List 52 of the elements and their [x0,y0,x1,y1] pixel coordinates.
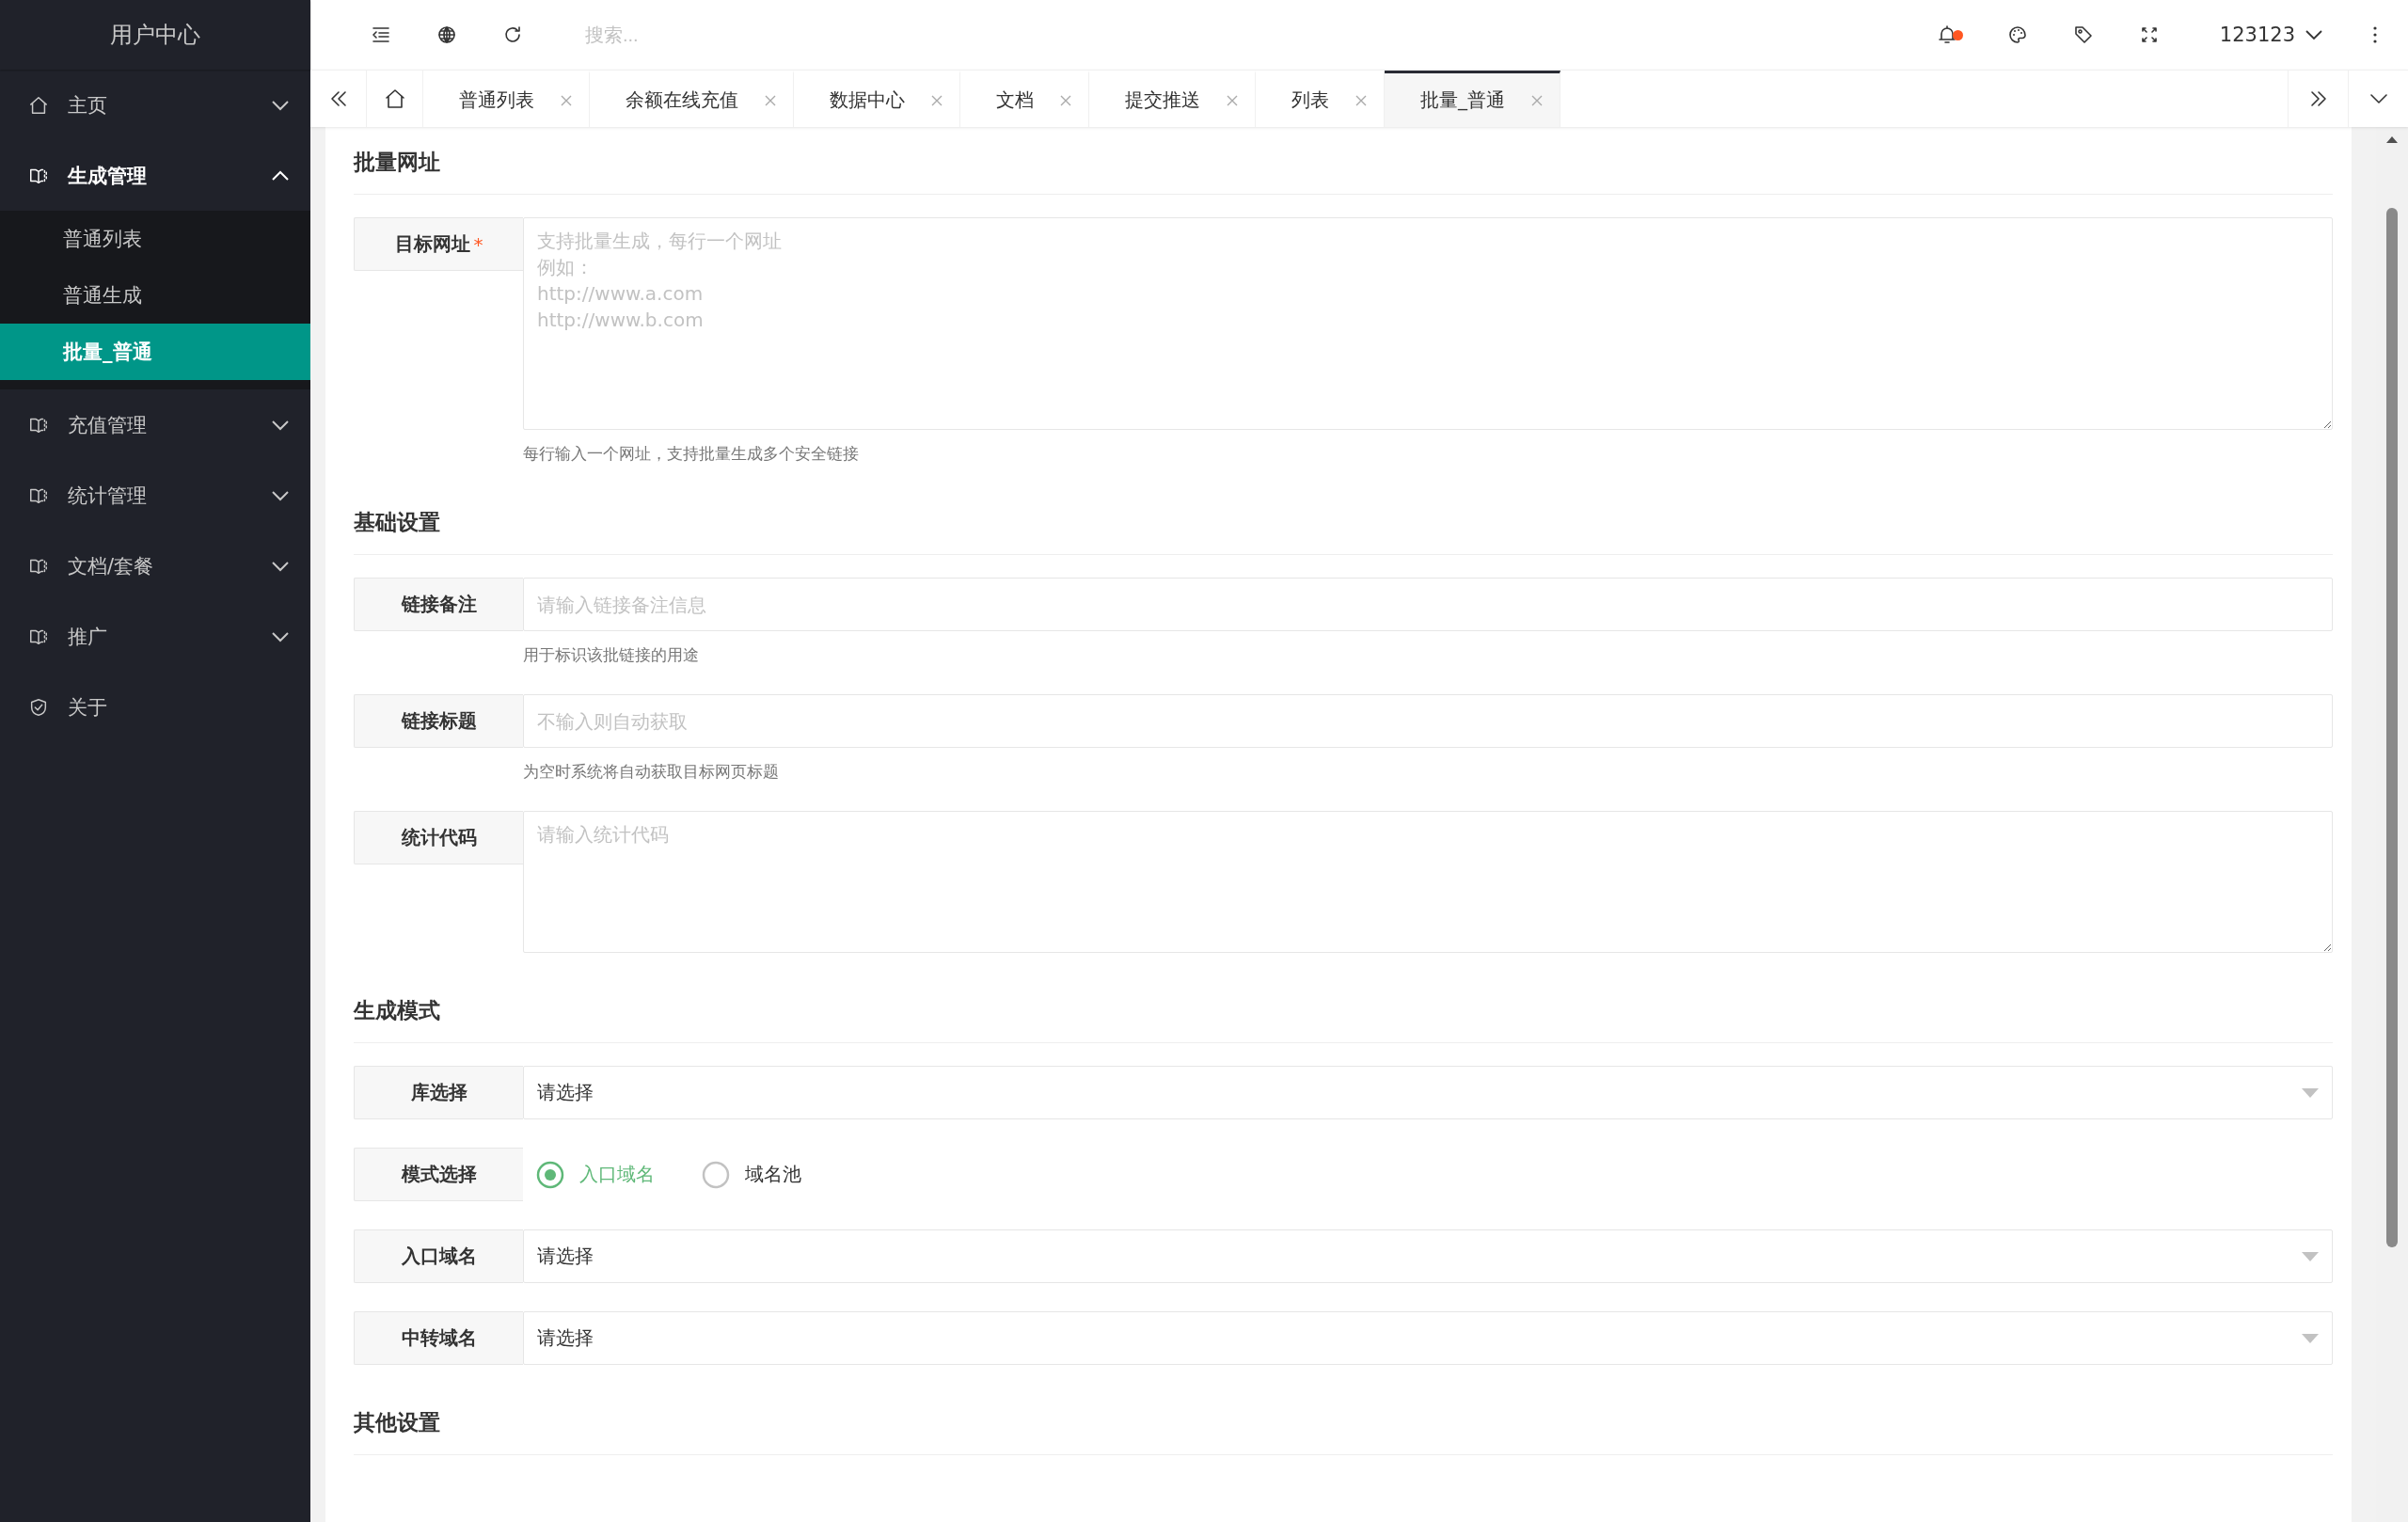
scroll-up-arrow-icon[interactable] [2385,135,2399,144]
chevron-up-icon [271,169,290,182]
field-label: 入口域名 [354,1229,523,1283]
menu-item[interactable]: 统计管理 [0,460,310,531]
menu-item[interactable]: 关于 [0,672,310,742]
submenu-item[interactable]: 批量_普通 [0,324,310,380]
shield-check-icon [28,696,49,718]
user-menu[interactable]: 123123 [2181,0,2342,70]
menu-item[interactable]: 主页 [0,70,310,140]
select-field[interactable]: 请选择 [523,1229,2333,1283]
section-title: 批量网址 [354,127,2333,195]
field-label: 模式选择 [354,1148,523,1201]
field-label: 库选择 [354,1066,523,1119]
field-label: 链接标题 [354,694,523,748]
help-text: 为空时系统将自动获取目标网页标题 [522,761,780,783]
house-icon[interactable] [383,87,406,110]
field-label: 中转域名 [354,1311,523,1365]
sidebar-title: 用户中心 [0,0,310,70]
house-icon [28,94,49,116]
text-area[interactable]: 支持批量生成，每行一个网址 例如： http://www.a.com http://www.b.com [523,217,2333,430]
help-text: 每行输入一个网址，支持批量生成多个安全链接 [522,443,860,465]
select-field[interactable]: 请选择 [523,1066,2333,1119]
chevron-down-icon [2305,29,2323,40]
text-area[interactable]: 请输入统计代码 [523,811,2333,953]
search-field[interactable]: 搜索... [583,23,959,47]
submenu-item[interactable]: 普通生成 [0,267,310,324]
chevron-down-icon [271,99,290,111]
input-field[interactable]: 请输入链接备注信息 [523,578,2333,631]
menu-item[interactable]: 推广 [0,601,310,672]
radio-option[interactable]: 域名池 [702,1160,801,1189]
section-title: 基础设置 [354,487,2333,555]
section-title: 其他设置 [354,1387,2333,1455]
field-label: 链接备注 [354,578,523,631]
dropdown-triangle-icon [2302,1333,2319,1343]
section-title: 生成模式 [354,975,2333,1043]
chevron-down-icon [271,630,290,642]
chevron-down-icon [271,489,290,501]
help-text: 用于标识该批链接的用途 [522,644,700,666]
menu-item[interactable]: 生成管理 [0,140,310,211]
menu-item[interactable]: 文档/套餐 [0,531,310,601]
dropdown-triangle-icon [2302,1087,2319,1098]
menu-item[interactable]: 充值管理 [0,389,310,460]
submenu-item[interactable]: 普通列表 [0,211,310,267]
chevron-down-icon [271,560,290,572]
dropdown-triangle-icon [2302,1251,2319,1261]
field-label: 目标网址 * [354,217,523,271]
input-field[interactable]: 不输入则自动获取 [523,694,2333,748]
globe-icon[interactable] [436,24,458,46]
chevron-down-icon [271,419,290,431]
select-field[interactable]: 请选择 [523,1311,2333,1365]
tab[interactable]: 批量_普通 [1385,71,1560,127]
field-label: 统计代码 [354,811,523,864]
